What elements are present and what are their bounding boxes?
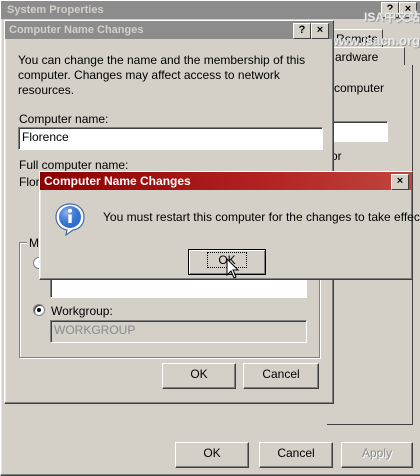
system-properties-cancel-button[interactable]: Cancel	[259, 442, 333, 468]
name-changes-titlebar[interactable]: Computer Name Changes	[5, 21, 333, 39]
name-changes-ok-button[interactable]: OK	[162, 363, 236, 389]
workgroup-radio-dot	[37, 308, 41, 312]
info-icon-graphic	[55, 203, 85, 237]
workgroup-label: Workgroup:	[51, 304, 113, 318]
workgroup-input[interactable]: WORKGROUP	[50, 320, 307, 343]
restart-dialog-titlebar[interactable]: Computer Name Changes	[40, 172, 412, 190]
name-changes-help-button[interactable]: ?	[293, 23, 311, 39]
name-changes-description: You can change the name and the membersh…	[18, 53, 306, 97]
computer-description-field[interactable]	[327, 121, 388, 142]
system-properties-title: System Properties	[7, 4, 104, 16]
restart-dialog-close-button[interactable]: ×	[391, 174, 409, 190]
computer-name-input[interactable]: Florence	[18, 127, 323, 150]
name-changes-cancel-button[interactable]: Cancel	[243, 363, 319, 389]
info-icon	[54, 202, 86, 237]
restart-message: You must restart this computer for the c…	[103, 210, 420, 224]
system-properties-ok-button[interactable]: OK	[175, 442, 249, 468]
full-computer-name-label: Full computer name:	[19, 158, 129, 172]
partial-text-computer: computer	[334, 81, 385, 95]
name-changes-close-button[interactable]: ×	[311, 23, 329, 39]
restart-dialog: Computer Name Changes × You must restart…	[39, 171, 420, 280]
mouse-cursor-icon	[226, 258, 240, 279]
tab-hardware-label: ardware	[335, 50, 379, 64]
workgroup-radio[interactable]	[33, 304, 45, 316]
restart-dialog-title: Computer Name Changes	[44, 174, 191, 188]
name-changes-title: Computer Name Changes	[9, 24, 144, 36]
computer-name-label: Computer name:	[19, 112, 109, 126]
system-properties-apply-button[interactable]: Apply	[341, 442, 413, 468]
tab-hardware[interactable]: ardware	[327, 47, 405, 65]
